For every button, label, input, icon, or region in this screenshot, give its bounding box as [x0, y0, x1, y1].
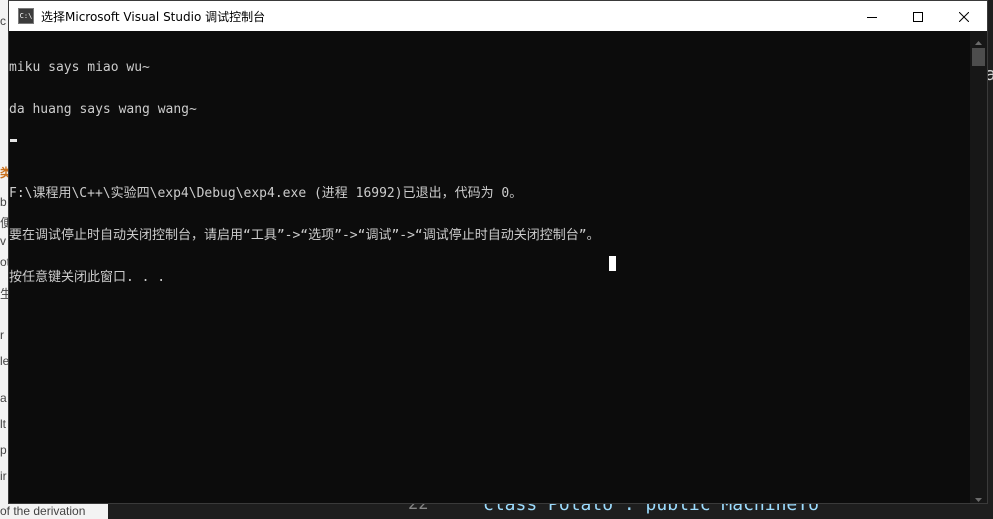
- desktop: c 类 b 便 v ot 生 r le a lt p ir of the der…: [0, 0, 993, 519]
- console-app-icon-label: C:\: [19, 11, 33, 20]
- background-text-fragment: le: [0, 354, 8, 368]
- console-line: da huang says wang wang~: [9, 102, 197, 117]
- background-text-fragment: 便: [0, 216, 8, 230]
- scrollbar-thumb[interactable]: [972, 48, 985, 66]
- console-line: F:\课程用\C++\实验四\exp4\Debug\exp4.exe (进程 1…: [9, 186, 523, 201]
- background-document-window: c 类 b 便 v ot 生 r le a lt p ir: [0, 0, 8, 519]
- maximize-button[interactable]: [895, 1, 941, 31]
- minimize-button[interactable]: [849, 1, 895, 31]
- console-output: miku says miao wu~ da huang says wang wa…: [9, 33, 600, 313]
- chevron-down-icon: [975, 487, 982, 503]
- background-text-fragment: of the derivation: [0, 504, 86, 518]
- background-text-fragment: v: [0, 234, 6, 248]
- background-text-fragment: ot: [0, 255, 8, 269]
- scroll-down-button[interactable]: [970, 487, 987, 503]
- maximize-icon: [913, 7, 923, 26]
- background-text-fragment: 生: [0, 287, 8, 301]
- background-text-fragment: p: [0, 443, 7, 457]
- console-line: 要在调试停止时自动关闭控制台，请启用“工具”->“选项”->“调试”->“调试停…: [9, 228, 600, 243]
- window-title: 选择Microsoft Visual Studio 调试控制台: [41, 9, 266, 24]
- console-app-icon: C:\: [18, 8, 34, 24]
- chevron-up-icon: [975, 30, 982, 49]
- background-text-fragment: c: [0, 14, 6, 28]
- background-text-fragment: b: [0, 195, 7, 209]
- close-icon: [958, 7, 970, 26]
- background-text-fragment: ir: [0, 469, 7, 483]
- background-text-fragment: a: [0, 391, 7, 405]
- scroll-up-button[interactable]: [970, 31, 987, 48]
- console-output-area[interactable]: miku says miao wu~ da huang says wang wa…: [9, 31, 971, 503]
- background-document-footer: of the derivation: [0, 504, 108, 519]
- debug-console-window[interactable]: C:\ 选择Microsoft Visual Studio 调试控制台 miku…: [8, 0, 988, 504]
- console-line: 按任意键关闭此窗口. . .: [9, 270, 166, 285]
- vertical-scrollbar[interactable]: [970, 31, 987, 503]
- background-text-fragment: 类: [0, 166, 8, 180]
- window-controls: [849, 1, 987, 31]
- close-button[interactable]: [941, 1, 987, 31]
- mouse-ibeam-cursor: [609, 256, 616, 271]
- text-cursor: [10, 139, 17, 142]
- background-text-fragment: r: [0, 328, 4, 342]
- background-text-fragment: lt: [0, 417, 6, 431]
- console-line: miku says miao wu~: [9, 60, 150, 75]
- minimize-icon: [867, 7, 877, 26]
- title-bar[interactable]: C:\ 选择Microsoft Visual Studio 调试控制台: [9, 1, 987, 31]
